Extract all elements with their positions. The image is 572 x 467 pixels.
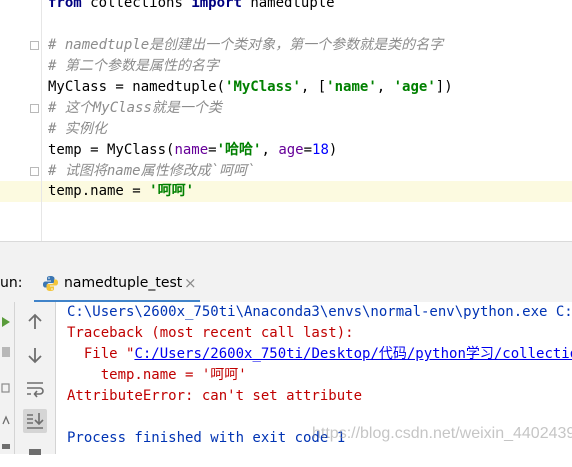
code-text: , xyxy=(376,79,394,95)
fold-marker-icon[interactable] xyxy=(30,104,39,113)
soft-wrap-icon[interactable] xyxy=(23,377,47,401)
param-name: age xyxy=(278,142,304,158)
error-message: AttributeError: can't set attribute xyxy=(67,388,363,404)
watermark: https://blog.csdn.net/weixin_44024393 xyxy=(312,425,572,442)
code-line-import[interactable]: from collections import namedtuple xyxy=(48,0,335,14)
code-line-assign[interactable]: temp.name = '呵呵' xyxy=(48,181,194,202)
code-text: = xyxy=(303,142,313,158)
tab-title: namedtuple_test xyxy=(64,275,183,291)
keyword-from: from xyxy=(48,0,82,11)
code-comment[interactable]: # 试图将name属性修改成`呵呵` xyxy=(48,161,255,182)
number-literal: 18 xyxy=(312,142,329,158)
run-label: un: xyxy=(0,275,23,291)
code-line-myclass[interactable]: MyClass = namedtuple('MyClass', ['name',… xyxy=(48,77,453,98)
code-comment[interactable]: # 实例化 xyxy=(48,119,107,140)
process-finished-message: Process finished with exit code 1 xyxy=(67,430,346,446)
console-toolbar xyxy=(15,302,56,455)
close-icon[interactable]: × xyxy=(184,274,197,292)
fold-marker-icon[interactable] xyxy=(30,41,39,50)
module-name: collections xyxy=(90,0,183,11)
code-text: ]) xyxy=(435,79,453,95)
fold-marker-icon[interactable] xyxy=(30,167,39,176)
current-line-gutter xyxy=(0,181,41,202)
code-text: ) xyxy=(328,142,338,158)
arrow-down-icon[interactable] xyxy=(23,343,47,367)
rerun-icon[interactable] xyxy=(1,316,11,328)
string-literal: '呵呵' xyxy=(149,183,195,199)
code-text: , [ xyxy=(300,79,327,95)
code-comment[interactable]: # 这个MyClass就是一个类 xyxy=(48,98,222,119)
stop-icon[interactable] xyxy=(1,346,11,358)
pin-icon[interactable] xyxy=(1,414,11,426)
code-text: , xyxy=(261,142,279,158)
code-text: MyClass = namedtuple( xyxy=(48,79,226,95)
settings-icon[interactable] xyxy=(1,442,11,454)
string-literal: 'MyClass' xyxy=(225,79,301,95)
traceback-file-line: File "C:/Users/2600x_750ti/Desktop/代码/py… xyxy=(67,344,572,365)
string-literal: 'name' xyxy=(326,79,377,95)
code-editor[interactable]: from collections import namedtuple # nam… xyxy=(0,0,572,241)
traceback-code-line: temp.name = '呵呵' xyxy=(67,367,247,383)
run-tab[interactable]: namedtuple_test × xyxy=(34,266,200,303)
string-literal: '哈哈' xyxy=(216,142,262,158)
code-text: temp.name = xyxy=(48,183,150,199)
string-literal: 'age' xyxy=(393,79,436,95)
param-name: name xyxy=(174,142,209,158)
keyword-import: import xyxy=(191,0,242,11)
code-text: = xyxy=(208,142,217,158)
traceback-header: Traceback (most recent call last): xyxy=(67,325,354,341)
print-icon[interactable] xyxy=(23,443,47,467)
file-path-link[interactable]: C:/Users/2600x_750ti/Desktop/代码/python学习… xyxy=(134,346,572,362)
code-line-temp[interactable]: temp = MyClass(name='哈哈', age=18) xyxy=(48,140,337,161)
panel-divider[interactable] xyxy=(0,241,572,267)
code-comment[interactable]: # namedtuple是创建出一个类对象，第一个参数就是类的名字 xyxy=(48,35,443,56)
console-command-line: C:\Users\2600x_750ti\Anaconda3\envs\norm… xyxy=(67,304,572,320)
python-file-icon xyxy=(42,275,59,292)
run-side-strip xyxy=(0,302,15,454)
scroll-to-end-icon[interactable] xyxy=(23,409,47,433)
code-text: temp = MyClass( xyxy=(48,142,175,158)
code-comment[interactable]: # 第二个参数是属性的名字 xyxy=(48,56,219,77)
arrow-up-icon[interactable] xyxy=(23,310,47,334)
step-icon[interactable] xyxy=(1,382,11,394)
import-name: namedtuple xyxy=(250,0,335,11)
editor-gutter xyxy=(0,0,42,241)
file-prefix: File " xyxy=(67,346,135,362)
run-tool-header: un: namedtuple_test × xyxy=(0,266,572,303)
